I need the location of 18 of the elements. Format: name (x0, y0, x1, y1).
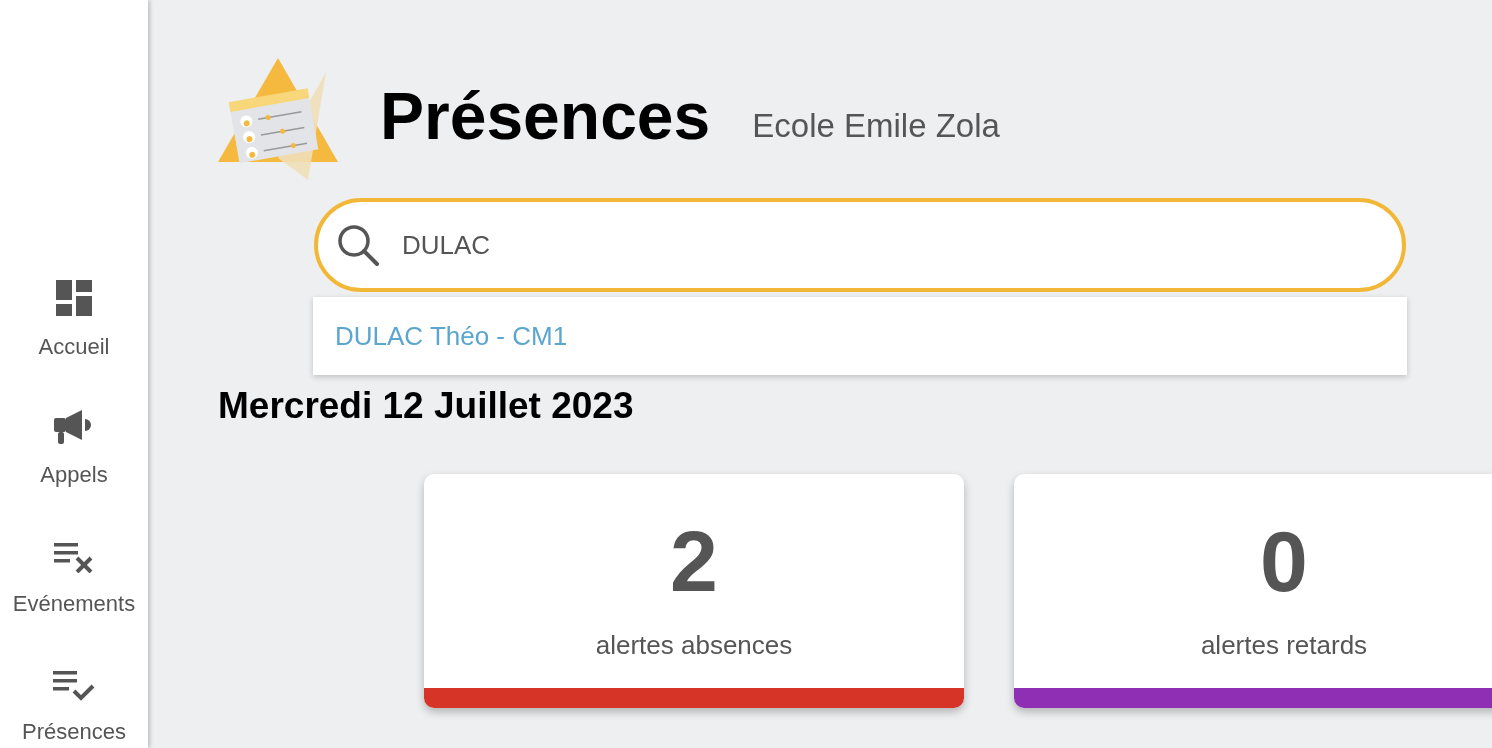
sidebar-item[interactable]: Evénements (12, 525, 136, 620)
sidebar-item[interactable]: Présences (22, 653, 126, 748)
alert-label: alertes absences (595, 628, 793, 662)
sidebar-item[interactable]: Accueil (38, 268, 110, 363)
alert-count: 0 (1260, 517, 1308, 604)
megaphone-icon (54, 410, 94, 444)
list-cross-icon (54, 542, 94, 573)
attendance-logo-icon (218, 58, 340, 182)
dashboard-icon (56, 279, 92, 316)
search-field[interactable]: DULAC (314, 198, 1406, 292)
alert-label: alertes retards (1200, 628, 1368, 662)
sidebar-item[interactable]: Appels (40, 396, 108, 491)
alert-count: 2 (670, 517, 718, 604)
search-icon (336, 223, 380, 267)
date-heading: Mercredi 12 Juillet 2023 (218, 384, 635, 428)
school-name: Ecole Emile Zola (752, 106, 1000, 147)
page-title: Présences (380, 83, 711, 149)
list-check-icon (53, 671, 95, 701)
